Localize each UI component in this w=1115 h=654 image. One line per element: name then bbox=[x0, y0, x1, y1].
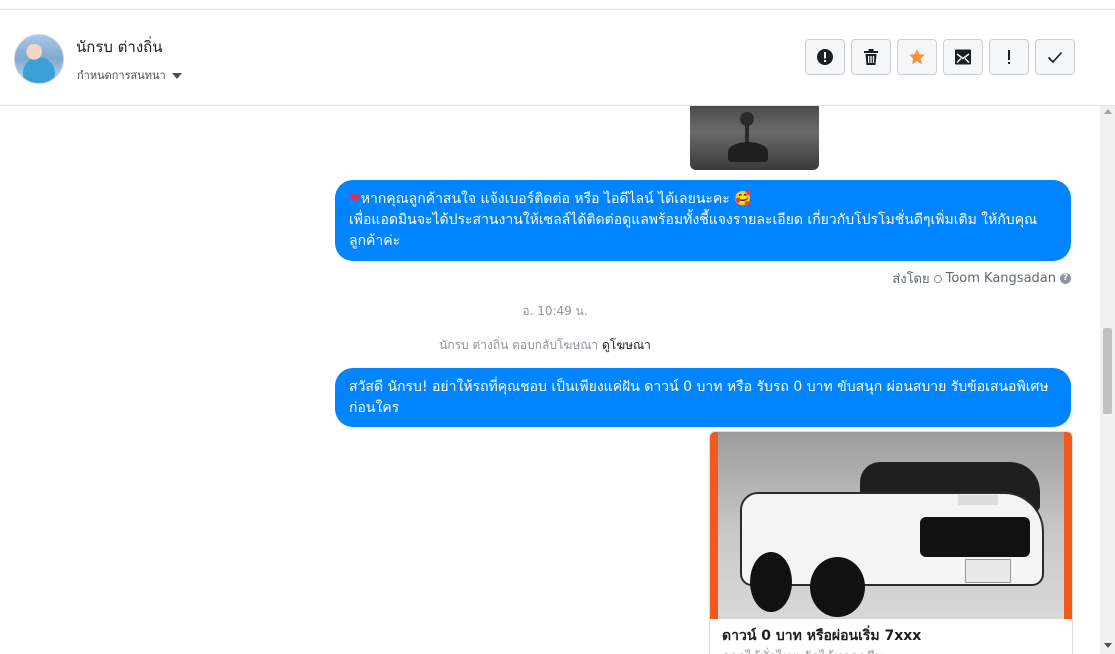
top-bar bbox=[0, 0, 1115, 10]
follow-up-button[interactable] bbox=[989, 39, 1029, 75]
conversation-toolbar bbox=[805, 39, 1075, 75]
sent-by-info: ส่งโดย Toom Kangsadan ? bbox=[892, 268, 1071, 289]
status-dot-icon bbox=[933, 274, 942, 283]
spam-button[interactable] bbox=[805, 39, 845, 75]
message-line: เพื่อแอดมินจะได้ประสานงานให้เซลล์ได้ติดต… bbox=[349, 212, 1038, 249]
trash-icon bbox=[864, 49, 878, 65]
assign-conversation-dropdown[interactable]: กำหนดการสนทนา bbox=[77, 66, 182, 84]
contact-name[interactable]: นักรบ ต่างถิ่น bbox=[76, 35, 163, 59]
help-icon[interactable]: ? bbox=[1060, 273, 1071, 284]
mark-unread-icon bbox=[955, 49, 971, 65]
mark-unread-button[interactable] bbox=[943, 39, 983, 75]
heart-icon: ❤ bbox=[349, 191, 361, 207]
mark-done-button[interactable] bbox=[1035, 39, 1075, 75]
avatar[interactable] bbox=[14, 34, 64, 84]
delete-button[interactable] bbox=[851, 39, 891, 75]
star-button[interactable] bbox=[897, 39, 937, 75]
scroll-up-arrow-icon[interactable] bbox=[1104, 109, 1112, 114]
assign-label: กำหนดการสนทนา bbox=[77, 69, 166, 82]
spam-alert-icon bbox=[817, 49, 833, 65]
scrollbar[interactable] bbox=[1100, 106, 1115, 654]
conversation-header: นักรบ ต่างถิ่น กำหนดการสนทนา bbox=[0, 10, 1115, 106]
scrollbar-thumb[interactable] bbox=[1103, 328, 1112, 414]
message-photo[interactable] bbox=[690, 106, 819, 170]
message-thread: ❤หากคุณลูกค้าสนใจ แจ้งเบอร์ติดต่อ หรือ ไ… bbox=[0, 106, 1100, 654]
sent-by-name: Toom Kangsadan bbox=[945, 271, 1056, 286]
ad-card-title: ดาวน์ 0 บาท หรือผ่อนเริ่ม 7xxx bbox=[722, 628, 922, 644]
outgoing-message: สวัสดี นักรบ! อย่าให้รถที่คุณชอบ เป็นเพี… bbox=[335, 368, 1071, 427]
outgoing-message: ❤หากคุณลูกค้าสนใจ แจ้งเบอร์ติดต่อ หรือ ไ… bbox=[335, 180, 1071, 261]
ad-reply-text: นักรบ ต่างถิ่น ตอบกลับโฆษณา bbox=[439, 338, 599, 352]
scroll-down-arrow-icon[interactable] bbox=[1104, 643, 1112, 648]
message-line: ❤หากคุณลูกค้าสนใจ แจ้งเบอร์ติดต่อ หรือ ไ… bbox=[349, 191, 752, 207]
chevron-down-icon bbox=[171, 72, 182, 79]
sent-by-prefix: ส่งโดย bbox=[892, 272, 930, 287]
ad-card[interactable]: ดาวน์ 0 บาท หรือผ่อนเริ่ม 7xxx ออกได้ทั่… bbox=[709, 431, 1073, 654]
follow-up-icon bbox=[1008, 50, 1010, 64]
message-timestamp: อ. 10:49 น. bbox=[522, 304, 588, 318]
check-done-icon bbox=[1047, 51, 1063, 64]
ad-reply-notice: นักรบ ต่างถิ่น ตอบกลับโฆษณา ดูโฆษณา bbox=[0, 336, 1090, 355]
star-icon bbox=[909, 49, 925, 65]
view-ad-link[interactable]: ดูโฆษณา bbox=[602, 338, 651, 352]
ad-card-image[interactable] bbox=[710, 432, 1072, 619]
ad-card-subtitle: ออกได้ทั่วไทย จัดได้ทุกอาชีพ bbox=[722, 646, 883, 654]
